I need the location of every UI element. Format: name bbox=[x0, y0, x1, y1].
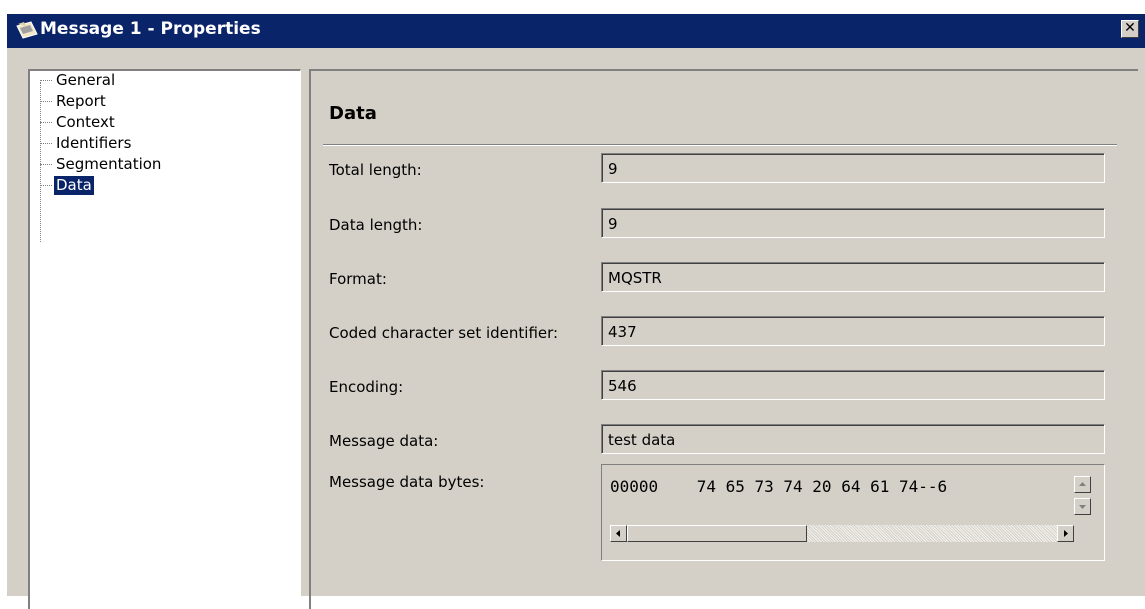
tree-item-data[interactable]: Data bbox=[40, 176, 280, 195]
pencil-envelope-icon bbox=[16, 21, 38, 39]
window-title: Message 1 - Properties bbox=[40, 19, 261, 39]
arrow-right-icon bbox=[1064, 530, 1068, 537]
close-icon: ✕ bbox=[1124, 20, 1136, 36]
data-panel: Data Total length: 9 Data length: 9 Form… bbox=[309, 69, 1138, 609]
arrow-left-icon bbox=[616, 530, 620, 537]
tree-item-general[interactable]: General bbox=[40, 71, 280, 90]
scroll-thumb[interactable] bbox=[627, 525, 807, 542]
scroll-up-button[interactable] bbox=[1074, 476, 1091, 493]
tree-item-label: Context bbox=[56, 113, 115, 131]
message-data-field[interactable]: test data bbox=[601, 424, 1105, 454]
tree-item-label: General bbox=[56, 71, 116, 89]
tree-item-label: Identifiers bbox=[56, 134, 132, 152]
tree-item-report[interactable]: Report bbox=[40, 92, 280, 111]
scroll-down-button[interactable] bbox=[1074, 498, 1091, 515]
message-data-bytes-value: 00000 74 65 73 74 20 64 61 74--6 bbox=[610, 477, 948, 496]
tree-item-context[interactable]: Context bbox=[40, 113, 280, 132]
data-length-label: Data length: bbox=[329, 216, 423, 234]
title-bar[interactable]: Message 1 - Properties ✕ bbox=[7, 14, 1145, 48]
ccsid-value: 437 bbox=[608, 323, 637, 341]
category-tree: General Report Context Identifiers Segme… bbox=[28, 69, 301, 609]
total-length-label: Total length: bbox=[329, 161, 422, 179]
panel-heading: Data bbox=[329, 103, 377, 124]
arrow-down-icon bbox=[1079, 505, 1086, 509]
tree-item-label: Data bbox=[54, 176, 94, 195]
total-length-value: 9 bbox=[608, 160, 618, 178]
divider bbox=[323, 144, 1117, 146]
tree-item-label: Report bbox=[56, 92, 106, 110]
ccsid-field[interactable]: 437 bbox=[601, 316, 1105, 346]
total-length-field[interactable]: 9 bbox=[601, 153, 1105, 183]
scroll-left-button[interactable] bbox=[610, 525, 627, 542]
format-field[interactable]: MQSTR bbox=[601, 262, 1105, 292]
data-length-value: 9 bbox=[608, 215, 618, 233]
ccsid-label: Coded character set identifier: bbox=[329, 324, 559, 342]
arrow-up-icon bbox=[1079, 482, 1086, 486]
tree-item-segmentation[interactable]: Segmentation bbox=[40, 155, 280, 174]
message-data-bytes-field[interactable]: 00000 74 65 73 74 20 64 61 74--6 bbox=[601, 464, 1105, 561]
message-data-label: Message data: bbox=[329, 432, 439, 450]
message-data-bytes-label: Message data bytes: bbox=[329, 473, 485, 491]
format-value: MQSTR bbox=[608, 269, 662, 287]
tree-item-identifiers[interactable]: Identifiers bbox=[40, 134, 280, 153]
properties-dialog: Message 1 - Properties ✕ General Report … bbox=[6, 14, 1145, 609]
format-label: Format: bbox=[329, 270, 387, 288]
message-data-value: test data bbox=[608, 431, 676, 449]
close-button[interactable]: ✕ bbox=[1121, 20, 1139, 38]
encoding-field[interactable]: 546 bbox=[601, 370, 1105, 400]
data-length-field[interactable]: 9 bbox=[601, 208, 1105, 238]
scroll-right-button[interactable] bbox=[1057, 525, 1074, 542]
tree-item-label: Segmentation bbox=[56, 155, 162, 173]
encoding-value: 546 bbox=[608, 377, 637, 395]
encoding-label: Encoding: bbox=[329, 378, 404, 396]
